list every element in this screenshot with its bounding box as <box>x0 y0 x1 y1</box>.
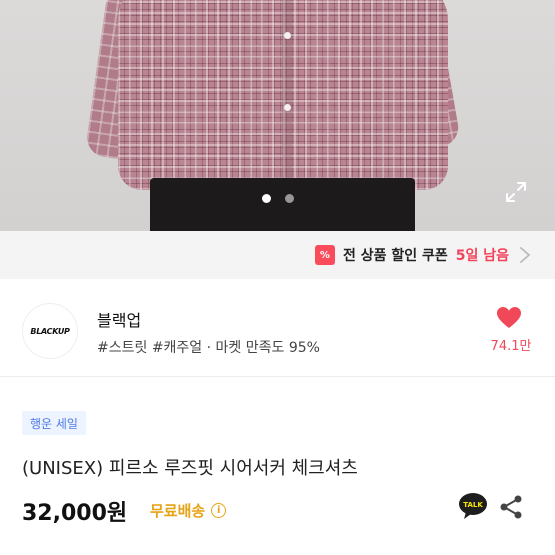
carousel-dot[interactable] <box>284 194 294 203</box>
shipping-label: 무료배송 <box>150 502 206 520</box>
product-price: 32,000원 <box>22 501 128 526</box>
like-count: 74.1만 <box>490 339 532 354</box>
product-image-carousel[interactable] <box>0 0 555 231</box>
product-page: % 전 상품 할인 쿠폰 5일 남음 BLACKUP 블랙업 #스트릿 #캐주얼… <box>0 0 555 555</box>
chevron-right-icon <box>520 247 531 263</box>
shop-info-row[interactable]: BLACKUP 블랙업 #스트릿 #캐주얼 · 마켓 만족도 95% 74.1만 <box>0 279 555 377</box>
coupon-icon: % <box>314 245 335 265</box>
coupon-banner[interactable]: % 전 상품 할인 쿠폰 5일 남음 <box>0 231 555 279</box>
photo-shirt-button <box>284 32 291 39</box>
shipping-info[interactable]: 무료배송 i <box>150 500 227 521</box>
shop-tags: #스트릿 #캐주얼 · 마켓 만족도 95% <box>97 340 320 356</box>
expand-icon[interactable] <box>504 180 528 204</box>
info-icon[interactable]: i <box>211 503 227 518</box>
shop-name[interactable]: 블랙업 <box>97 307 141 331</box>
kakao-talk-icon[interactable]: TALK <box>458 492 488 520</box>
product-title: (UNISEX) 피르소 루즈핏 시어서커 체크셔츠 <box>22 458 358 479</box>
photo-pants <box>150 178 415 231</box>
photo-shirt-button <box>284 104 291 111</box>
carousel-dot-active[interactable] <box>261 194 271 203</box>
coupon-remaining: 5일 남음 <box>455 248 509 264</box>
carousel-indicator <box>0 194 555 203</box>
photo-placket <box>282 0 292 185</box>
heart-icon[interactable] <box>496 306 522 330</box>
talk-label: TALK <box>463 501 483 509</box>
share-icon[interactable] <box>499 494 523 520</box>
sale-badge: 행운 세일 <box>22 411 86 435</box>
coupon-label: 전 상품 할인 쿠폰 <box>342 248 448 264</box>
shop-logo[interactable]: BLACKUP <box>22 303 78 359</box>
